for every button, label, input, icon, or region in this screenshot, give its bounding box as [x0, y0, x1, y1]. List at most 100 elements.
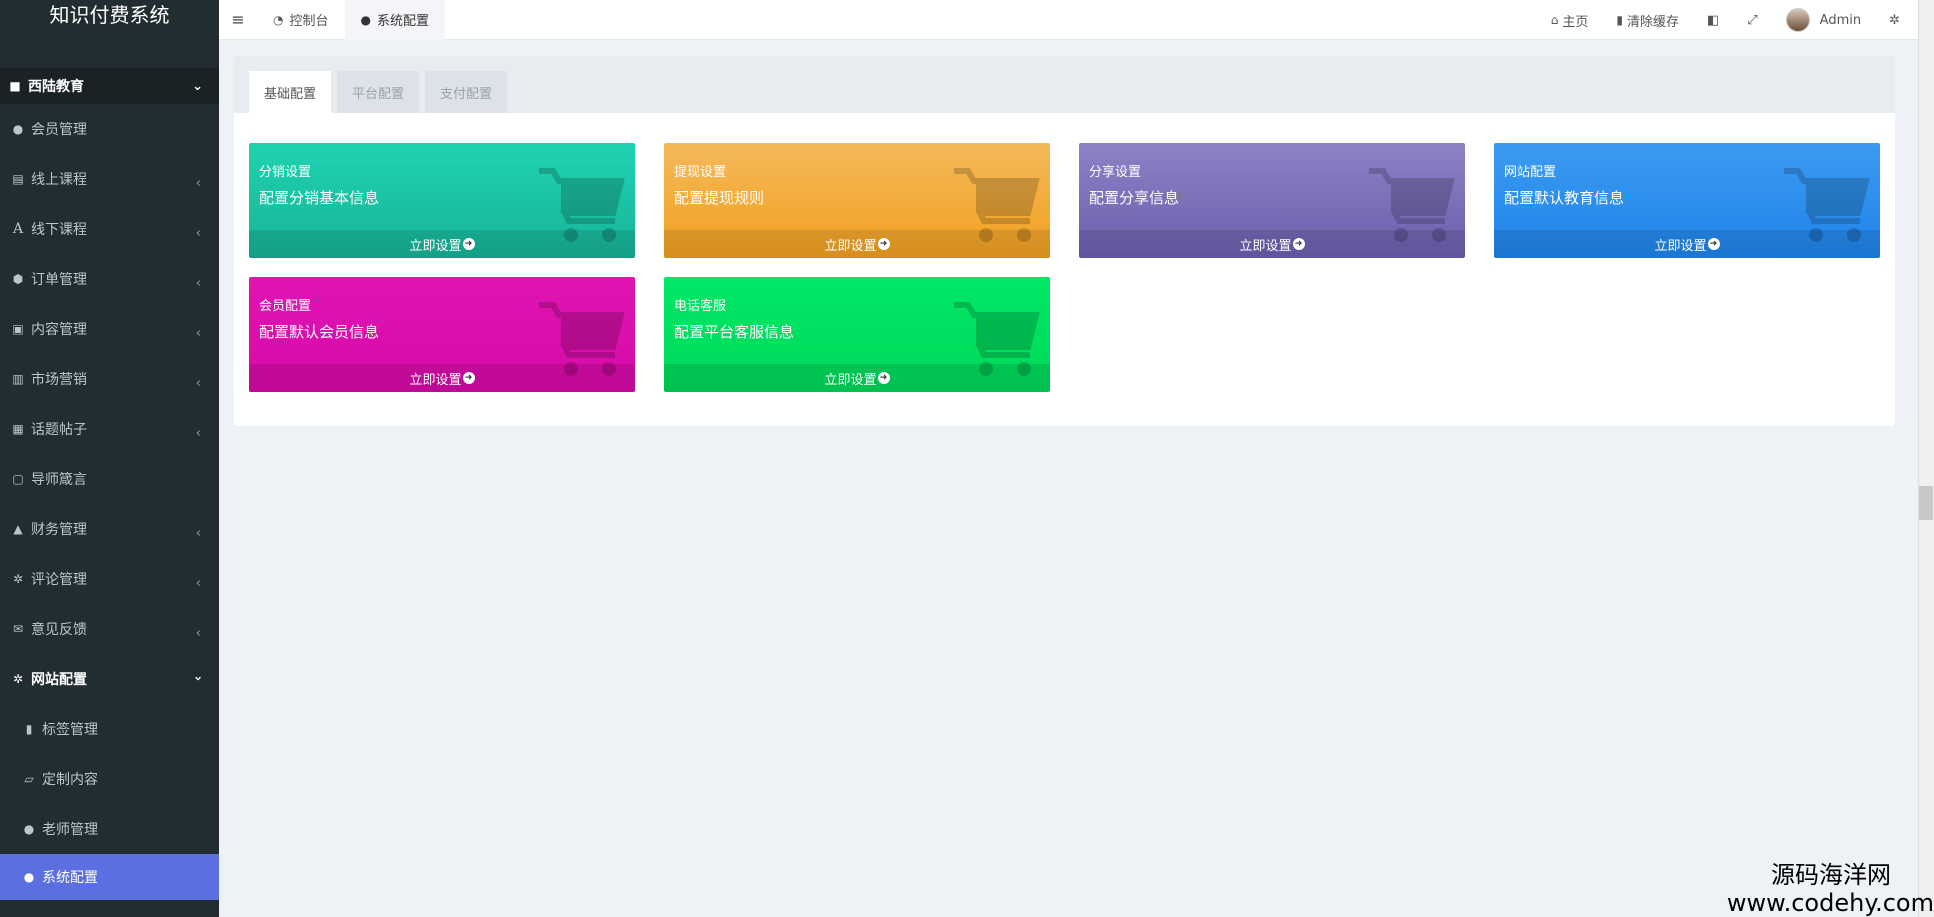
sidebar-item-site-config[interactable]: ✲ 网站配置 ‹ [0, 654, 219, 704]
sidebar-item-finance[interactable]: ▲ 财务管理 ‹ [0, 504, 219, 554]
tab-system-config[interactable]: ● 系统配置 [344, 0, 445, 40]
gear-icon: ✲ [12, 672, 24, 686]
tab-label: 控制台 [289, 14, 329, 29]
home-link[interactable]: ⌂ 主页 [1537, 11, 1603, 30]
sidebar-item-label: 线上课程 [31, 172, 87, 188]
home-icon: ⌂ [1550, 13, 1559, 27]
card-action-label: 立即设置 [1654, 238, 1707, 254]
fullscreen-button[interactable]: ⤢ [1733, 13, 1771, 28]
chevron-down-icon: ⌄ [192, 78, 203, 94]
sidebar-item-members[interactable]: ● 会员管理 [0, 104, 219, 154]
config-card: 提现设置 配置提现规则 立即设置 ➜ [664, 143, 1050, 258]
card-title: 会员配置 [259, 299, 312, 314]
chevron-left-icon: ‹ [195, 376, 201, 391]
tab-payment-config[interactable]: 支付配置 [425, 71, 508, 113]
card-title: 分享设置 [1089, 165, 1142, 180]
sidebar-item-feedback[interactable]: ✉ 意见反馈 ‹ [0, 604, 219, 654]
card-action-button[interactable]: 立即设置 ➜ [249, 230, 635, 258]
menu-toggle-icon[interactable]: ≡ [219, 10, 257, 29]
sidebar-item-label: 评论管理 [31, 572, 87, 588]
sidebar-item-label: 市场营销 [31, 372, 87, 388]
card-description: 配置提现规则 [674, 189, 765, 207]
sidebar-item-online-courses[interactable]: ▤ 线上课程 ‹ [0, 154, 219, 204]
sidebar-item-custom-content[interactable]: ▱ 定制内容 [0, 754, 219, 804]
watermark-line1: 源码海洋网 [1771, 861, 1891, 889]
scrollbar-thumb[interactable] [1919, 486, 1933, 520]
card-action-label: 立即设置 [409, 372, 462, 388]
card-action-label: 立即设置 [409, 238, 462, 254]
gears-icon: ✲ [1889, 12, 1900, 28]
card-action-button[interactable]: 立即设置 ➜ [664, 364, 1050, 392]
config-panel: 基础配置 平台配置 支付配置 分销设置 配置分销基本信息 立即设置 ➜ 提现设置 配置提现… [234, 56, 1895, 426]
user-name: Admin [1819, 12, 1862, 28]
chevron-left-icon: ‹ [195, 526, 201, 541]
sidebar-item-tags[interactable]: ▮ 标签管理 [0, 704, 219, 754]
chevron-left-icon: ‹ [195, 576, 201, 591]
card-description: 配置平台客服信息 [674, 323, 795, 341]
sidebar: 知识付费系统 ■ 西陆教育 ⌄ ● 会员管理 ▤ 线上课程 ‹ A 线下课程 ‹… [0, 0, 219, 917]
sidebar-item-label: 线下课程 [31, 222, 87, 238]
sidebar-item-label: 话题帖子 [31, 422, 87, 438]
app-title: 知识付费系统 [0, 0, 219, 30]
sidebar-item-mentor-quotes[interactable]: ▢ 导师箴言 [0, 454, 219, 504]
clear-cache-button[interactable]: ▮ 清除缓存 [1602, 11, 1693, 30]
card-title: 电话客服 [674, 299, 727, 314]
arrow-circle-right-icon: ➜ [1707, 238, 1720, 250]
tab-platform-config[interactable]: 平台配置 [337, 71, 420, 113]
arrow-circle-right-icon: ➜ [462, 372, 475, 384]
config-card: 分销设置 配置分销基本信息 立即设置 ➜ [249, 143, 635, 258]
bank-icon: ▲ [13, 522, 23, 536]
avatar [1785, 8, 1810, 32]
chevron-down-icon: ‹ [190, 675, 206, 682]
config-card: 会员配置 配置默认会员信息 立即设置 ➜ [249, 277, 635, 392]
sidebar-item-marketing[interactable]: ▥ 市场营销 ‹ [0, 354, 219, 404]
watermark: 源码海洋网 www.codehy.com [1727, 861, 1934, 917]
card-action-button[interactable]: 立即设置 ➜ [1079, 230, 1465, 258]
sidebar-item-label: 定制内容 [42, 772, 98, 788]
user-icon: ● [12, 122, 24, 136]
language-button[interactable]: ◧ [1693, 13, 1733, 28]
card-action-label: 立即设置 [824, 238, 877, 254]
sidebar-item-orders[interactable]: ⬢ 订单管理 ‹ [0, 254, 219, 304]
user-menu[interactable]: Admin [1772, 8, 1875, 32]
sidebar-item-comments[interactable]: ✲ 评论管理 ‹ [0, 554, 219, 604]
card-action-button[interactable]: 立即设置 ➜ [249, 364, 635, 392]
sidebar-item-label: 系统配置 [42, 870, 98, 886]
tab-basic-config[interactable]: 基础配置 [249, 71, 332, 113]
card-description: 配置分享信息 [1089, 189, 1180, 207]
sidebar-item-label: 财务管理 [31, 522, 87, 538]
user-plus-icon: ● [360, 12, 371, 27]
arrow-circle-right-icon: ➜ [1292, 238, 1305, 250]
user-plus-icon: ● [23, 822, 35, 836]
sidebar-item-label: 会员管理 [31, 122, 87, 138]
top-header: ≡ ◔ 控制台 ● 系统配置 ⌂ 主页 ▮ 清除缓存 ◧ ⤢ Admin ✲ [219, 0, 1934, 40]
card-action-button[interactable]: 立即设置 ➜ [1494, 230, 1880, 258]
sidebar-item-offline-courses[interactable]: A 线下课程 ‹ [0, 204, 219, 254]
sidebar-item-content[interactable]: ▣ 内容管理 ‹ [0, 304, 219, 354]
card-title: 网站配置 [1504, 165, 1557, 180]
sidebar-item-label: 网站配置 [31, 672, 87, 688]
sidebar-item-label: 老师管理 [42, 822, 98, 838]
font-icon: A [12, 221, 24, 237]
page-scrollbar[interactable] [1918, 0, 1934, 917]
config-card: 电话客服配置平台客服信息立即设置 ➜ [664, 277, 1050, 392]
card-action-button[interactable]: 立即设置 ➜ [664, 230, 1050, 258]
book-icon: ▤ [12, 172, 24, 186]
header-right: ⌂ 主页 ▮ 清除缓存 ◧ ⤢ Admin ✲ [1537, 0, 1934, 40]
home-label: 主页 [1562, 14, 1589, 30]
sidebar-group-xilu[interactable]: ■ 西陆教育 ⌄ [0, 68, 219, 104]
sidebar-item-label: 订单管理 [31, 272, 87, 288]
list-icon: ▣ [12, 322, 24, 336]
sidebar-item-label: 导师箴言 [31, 472, 87, 488]
folder-open-icon: ▱ [24, 772, 34, 786]
trash-icon: ▮ [1616, 13, 1623, 27]
tab-dashboard[interactable]: ◔ 控制台 [257, 0, 345, 40]
sidebar-item-teachers[interactable]: ● 老师管理 [0, 804, 219, 854]
sidebar-item-system-config[interactable]: ● 系统配置 [0, 854, 219, 900]
sidebar-item-topics[interactable]: ▦ 话题帖子 ‹ [0, 404, 219, 454]
folder-icon: ■ [9, 79, 21, 93]
panel-tabs: 基础配置 平台配置 支付配置 [234, 56, 1895, 113]
chevron-left-icon: ‹ [195, 626, 201, 641]
chevron-left-icon: ‹ [195, 276, 201, 291]
gear-icon: ✲ [12, 572, 24, 586]
